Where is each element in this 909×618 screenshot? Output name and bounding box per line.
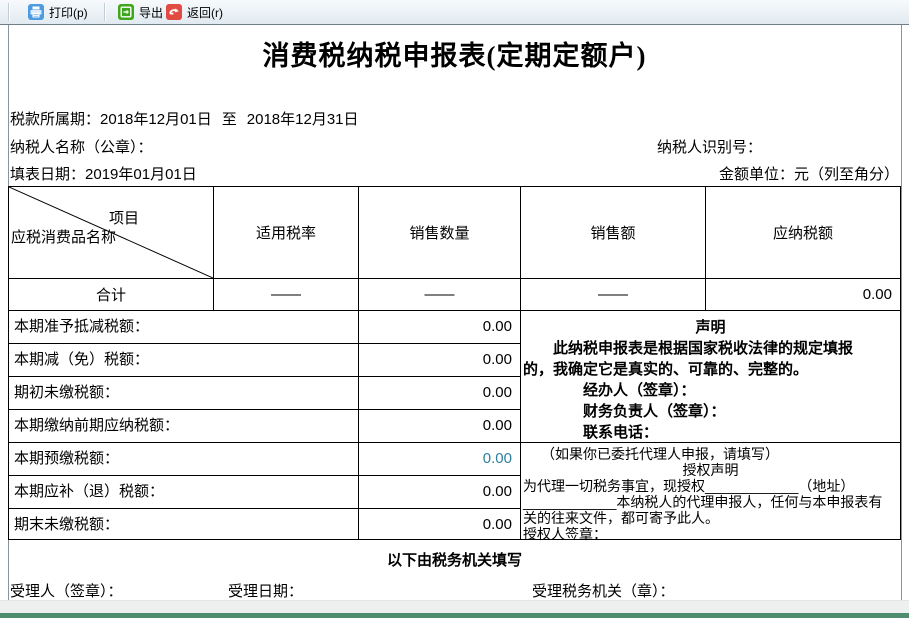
authorization-title: 授权声明 <box>521 462 900 478</box>
column-header-tax: 应纳税额 <box>706 187 901 279</box>
receiver-signature-label: 受理人（签章）： <box>10 580 123 601</box>
tax-period-line: 税款所属期：2018年12月01日至2018年12月31日 <box>10 108 359 125</box>
finance-chief-signature-label: 财务负责人（签章）： <box>583 401 900 422</box>
corner-label-item: 项目 <box>109 207 139 228</box>
row-value: 0.00 <box>359 410 521 443</box>
fill-date-label: 填表日期： <box>10 166 85 183</box>
authorizer-signature-label: 授权人签章： <box>523 526 900 542</box>
toolbar-separator <box>104 3 106 21</box>
column-header-quantity: 销售数量 <box>359 187 521 279</box>
total-quantity: —— <box>359 279 521 311</box>
export-icon <box>118 4 134 20</box>
print-button[interactable]: 打印(p) <box>24 2 92 22</box>
declaration-text-line1: 此纳税申报表是根据国家税收法律的规定填报 <box>523 338 900 359</box>
page: 打印(p) 导出 <box>0 0 909 618</box>
page-title: 消费税纳税申报表(定期定额户) <box>0 34 909 73</box>
handler-signature-label: 经办人（签章）： <box>583 380 900 401</box>
corner-label-product: 应税消费品名称 <box>11 226 116 247</box>
total-sales: —— <box>521 279 706 311</box>
authorization-text-line3: 关的往来文件，都可寄予此人。 <box>523 510 900 526</box>
taxpayer-id-label: 纳税人识别号： <box>657 136 762 153</box>
row-value: 0.00 <box>359 344 521 377</box>
back-button-label: 返回(r) <box>187 4 223 21</box>
tax-period-separator: 至 <box>222 108 237 129</box>
authorization-text-line2: ____________本纳税人的代理申报人，任何与本申报表有 <box>523 494 900 510</box>
row-value: 0.00 <box>359 377 521 410</box>
back-icon <box>166 4 182 20</box>
tax-period-start: 2018年12月01日 <box>100 111 212 128</box>
row-label: 期末未缴税额： <box>9 509 359 540</box>
back-button[interactable]: 返回(r) <box>162 2 227 22</box>
content-right-border <box>901 25 902 600</box>
column-header-rate: 适用税率 <box>214 187 359 279</box>
authorization-panel: （如果你已委托代理人申报，请填写） 授权声明 为代理一切税务事宜，现授权____… <box>521 443 901 540</box>
taxpayer-name-label: 纳税人名称（公章）： <box>10 136 153 153</box>
total-tax-amount: 0.00 <box>706 279 901 311</box>
print-icon <box>28 4 44 20</box>
declaration-panel: 声明 此纳税申报表是根据国家税收法律的规定填报 的，我确定它是真实的、可靠的、完… <box>521 311 901 443</box>
row-value: 0.00 <box>359 476 521 509</box>
bottom-green-bar <box>0 613 909 618</box>
row-label: 期初未缴税额： <box>9 377 359 410</box>
fill-date-line: 填表日期：2019年01月01日 <box>10 163 197 180</box>
row-label: 本期应补（退）税额： <box>9 476 359 509</box>
print-button-label: 打印(p) <box>49 4 88 21</box>
total-rate: —— <box>214 279 359 311</box>
declaration-title: 声明 <box>521 317 900 338</box>
export-button[interactable]: 导出 <box>114 2 167 22</box>
receive-date-label: 受理日期： <box>228 580 303 601</box>
bottom-gray-strip <box>0 600 909 614</box>
tax-office-section-title: 以下由税务机关填写 <box>0 549 909 570</box>
row-value: 0.00 <box>359 311 521 344</box>
amount-unit-note: 金额单位：元（列至角分） <box>719 163 899 180</box>
authorization-text-line1: 为代理一切税务事宜，现授权____________（地址） <box>523 478 900 494</box>
authorization-hint: （如果你已委托代理人申报，请填写） <box>541 446 900 462</box>
row-label: 本期减（免）税额： <box>9 344 359 377</box>
prepaid-tax-value-link[interactable]: 0.00 <box>359 443 521 476</box>
tax-period-end: 2018年12月31日 <box>247 111 359 128</box>
row-label: 本期预缴税额： <box>9 443 359 476</box>
total-row-label: 合计 <box>9 279 214 311</box>
declaration-table: 项目 应税消费品名称 适用税率 销售数量 销售额 应纳税额 合计 —— —— —… <box>8 186 901 540</box>
row-label: 本期准予抵减税额： <box>9 311 359 344</box>
export-button-label: 导出 <box>139 4 163 21</box>
corner-header-cell: 项目 应税消费品名称 <box>9 187 214 279</box>
row-value: 0.00 <box>359 509 521 540</box>
toolbar: 打印(p) 导出 <box>0 0 909 25</box>
contact-phone-label: 联系电话： <box>583 422 900 443</box>
toolbar-separator <box>8 3 10 21</box>
column-header-sales: 销售额 <box>521 187 706 279</box>
receiving-agency-label: 受理税务机关（章）： <box>532 580 675 601</box>
row-label: 本期缴纳前期应纳税额： <box>9 410 359 443</box>
fill-date-value: 2019年01月01日 <box>85 166 197 183</box>
tax-period-label: 税款所属期： <box>10 111 100 128</box>
declaration-text-line2: 的，我确定它是真实的、可靠的、完整的。 <box>523 359 900 380</box>
